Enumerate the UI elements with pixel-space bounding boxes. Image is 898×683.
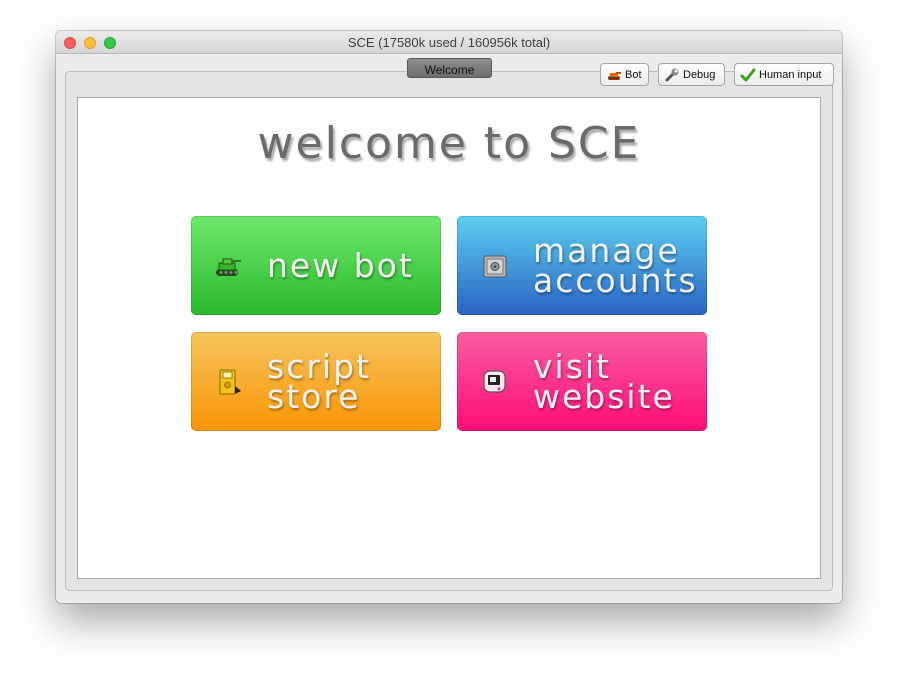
human-input-button-label: Human input — [759, 68, 822, 81]
safe-icon — [483, 255, 507, 278]
welcome-panel: welcome to SCE new bot manage accounts s… — [77, 97, 821, 579]
manage-accounts-button[interactable]: manage accounts — [457, 216, 707, 315]
tab-welcome[interactable]: Welcome — [407, 58, 492, 78]
computer-icon — [483, 370, 506, 393]
tile-label-line: store — [267, 376, 361, 416]
tile-label-line: new bot — [267, 245, 414, 285]
wrench-icon — [665, 68, 679, 81]
welcome-heading: welcome to SCE — [257, 118, 641, 169]
floppy-disk-icon — [219, 369, 241, 395]
debug-button[interactable]: Debug — [658, 63, 725, 86]
app-window: SCE (17580k used / 160956k total) Welcom… — [56, 31, 842, 603]
bot-button[interactable]: Bot — [600, 63, 649, 86]
tank-icon — [608, 71, 621, 80]
new-bot-label: new bot — [267, 216, 414, 315]
window-title: SCE (17580k used / 160956k total) — [347, 35, 551, 50]
debug-button-label: Debug — [683, 68, 716, 81]
title-bar: SCE (17580k used / 160956k total) — [56, 31, 842, 54]
tile-label-line: website — [533, 376, 675, 416]
visit-website-button[interactable]: visit website — [457, 332, 707, 431]
human-input-button[interactable]: Human input — [734, 63, 834, 86]
manage-accounts-label: manage accounts — [533, 216, 698, 315]
script-store-button[interactable]: script store — [191, 332, 441, 431]
tank-icon — [216, 258, 241, 276]
bot-button-label: Bot — [625, 68, 642, 81]
tab-welcome-label: Welcome — [424, 63, 475, 77]
new-bot-button[interactable]: new bot — [191, 216, 441, 315]
tile-label-line: accounts — [533, 260, 698, 300]
script-store-label: script store — [267, 332, 371, 431]
visit-website-label: visit website — [533, 332, 675, 431]
checkmark-icon — [740, 68, 756, 81]
